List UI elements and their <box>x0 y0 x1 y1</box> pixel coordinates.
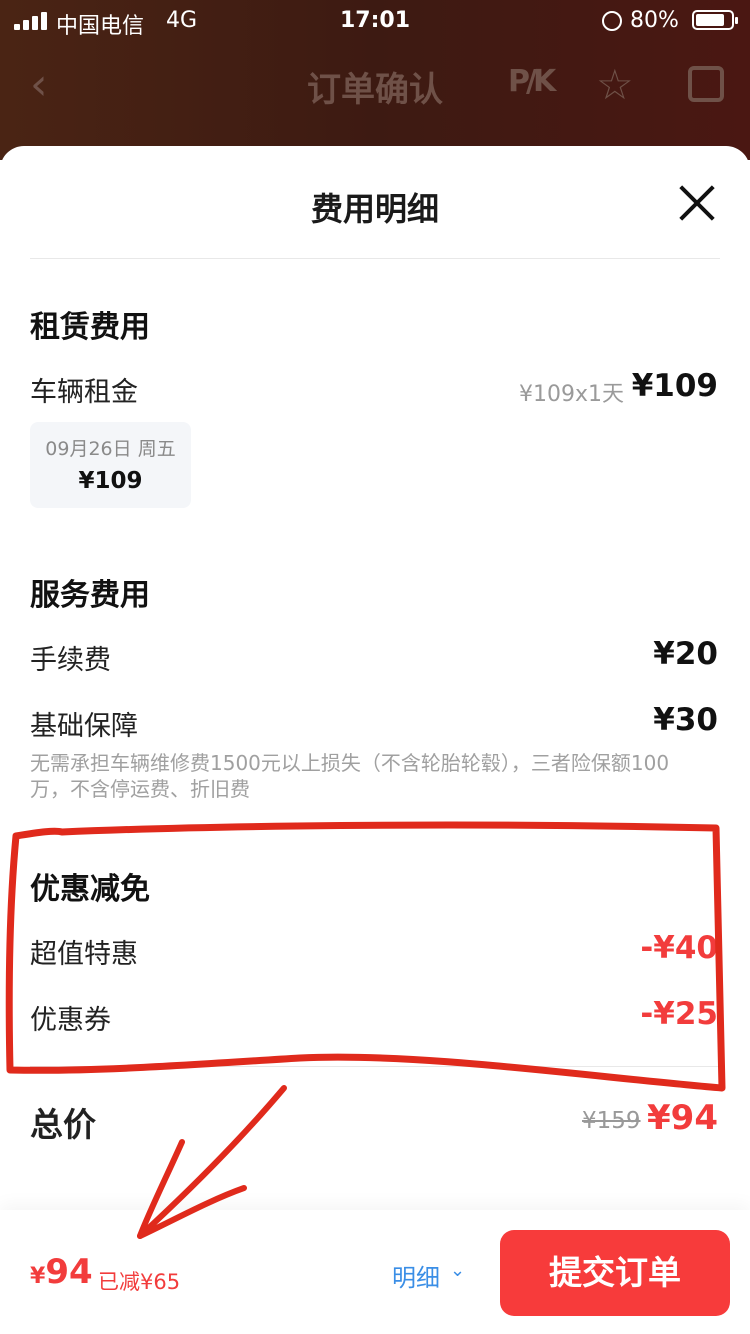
section-title-discount: 优惠减免 <box>30 872 150 908</box>
bottom-saved: 已减¥65 <box>98 1270 181 1294</box>
discount-divider <box>30 1066 720 1067</box>
section-title-service: 服务费用 <box>30 578 150 614</box>
fee-detail-sheet: 费用明细 租赁费用 车辆租金 ¥109x1天 ¥109 09月26日 周五 ¥1… <box>0 146 750 1334</box>
bottom-bar: ¥94 已减¥65 明细 ⌄ 提交订单 <box>0 1210 750 1334</box>
date-card-date: 09月26日 周五 <box>45 438 176 460</box>
row-label-coupon: 优惠券 <box>30 1005 111 1036</box>
insurance-note: 无需承担车辆维修费1500元以上损失（不含轮胎轮毂），三者险保额100万，不含停… <box>30 751 670 801</box>
total-label: 总价 <box>30 1105 96 1144</box>
star-icon[interactable]: ☆ <box>596 62 634 108</box>
date-card: 09月26日 周五 ¥109 <box>30 422 191 508</box>
row-label-insurance: 基础保障 <box>30 711 138 742</box>
battery-icon <box>692 10 738 30</box>
pk-icon[interactable]: P/K <box>508 64 556 99</box>
insurance-amount: ¥30 <box>653 702 718 738</box>
row-label-rental: 车辆租金 <box>30 377 138 408</box>
battery-percent: 80% <box>630 8 679 33</box>
sheet-title: 费用明细 <box>310 190 439 228</box>
total-original-price: ¥159 <box>582 1108 641 1134</box>
nav-bar: ‹ 订单确认 P/K ☆ <box>0 50 750 120</box>
submit-order-button[interactable]: 提交订单 <box>500 1230 730 1316</box>
detail-link[interactable]: 明细 <box>392 1258 440 1293</box>
rotation-lock-icon <box>602 11 622 31</box>
share-icon[interactable] <box>688 66 724 102</box>
close-icon[interactable] <box>676 182 718 224</box>
row-label-special-offer: 超值特惠 <box>30 939 138 970</box>
row-label-fee: 手续费 <box>30 645 111 676</box>
rental-unit-price: ¥109x1天 <box>518 382 624 407</box>
bottom-price: ¥94 <box>30 1252 93 1292</box>
header-divider <box>30 258 720 259</box>
coupon-amount: -¥25 <box>640 996 718 1032</box>
special-offer-amount: -¥40 <box>640 930 718 966</box>
fee-amount: ¥20 <box>653 636 718 672</box>
date-card-price: ¥109 <box>78 468 143 494</box>
nav-title: 订单确认 <box>307 70 443 110</box>
total-final-price: ¥94 <box>647 1098 718 1138</box>
chevron-down-icon[interactable]: ⌄ <box>450 1260 465 1281</box>
section-title-rental: 租赁费用 <box>30 310 150 346</box>
rental-amount: ¥109 <box>631 368 718 404</box>
status-bar: 中国电信 4G 17:01 80% <box>0 0 750 40</box>
